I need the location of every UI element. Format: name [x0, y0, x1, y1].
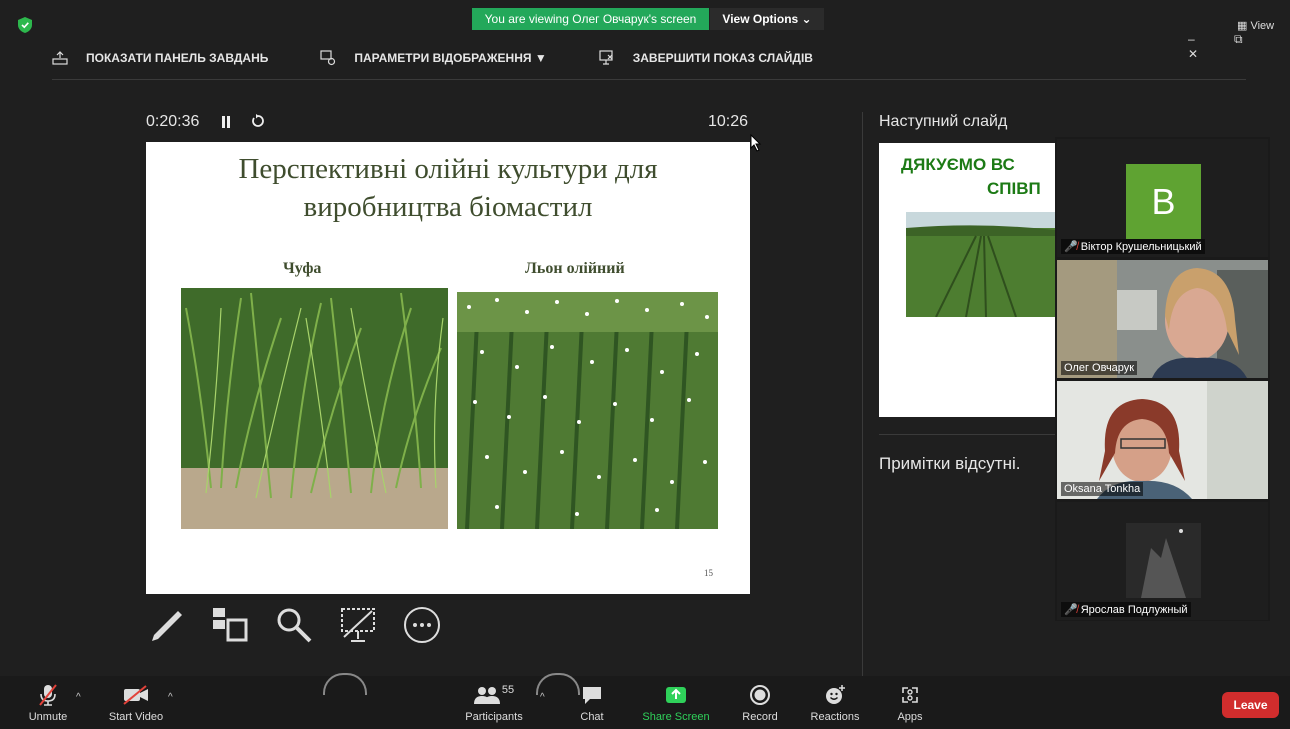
mic-muted-icon — [39, 684, 57, 706]
participant-name: Oksana Tonkha — [1064, 483, 1141, 495]
pen-icon[interactable] — [146, 605, 186, 645]
participants-video-panel: B 🎤̸ Віктор Крушельницький Олег Овчарук — [1055, 137, 1270, 621]
share-screen-icon — [666, 687, 686, 703]
participant-name-tag: Oksana Tonkha — [1061, 482, 1144, 496]
presenter-tools — [146, 605, 466, 645]
slide-title-line: Перспективні олійні культури для — [238, 153, 658, 185]
caption-chufa: Чуфа — [283, 260, 322, 277]
window-controls[interactable]: – ⧉ ✕ — [1188, 32, 1290, 61]
view-label: View — [1250, 20, 1275, 32]
participant-name: Ярослав Подлужный — [1080, 603, 1188, 616]
flax-photo — [457, 292, 718, 529]
participants-icon — [473, 687, 500, 704]
avatar — [1126, 523, 1201, 598]
audio-options-chevron-up-icon[interactable]: ^ — [76, 692, 81, 703]
unmute-button[interactable]: Unmute — [24, 683, 72, 723]
record-icon — [750, 685, 770, 705]
share-screen-label: Share Screen — [642, 711, 710, 723]
end-slideshow-icon — [599, 50, 613, 65]
participant-name: Віктор Крушельницький — [1080, 240, 1202, 253]
speaker-notes: Примітки відсутні. — [879, 454, 1021, 473]
display-settings-icon — [320, 50, 336, 66]
taskbar-icon — [52, 51, 68, 65]
slide-title: Перспективні олійні культури для виробни… — [146, 150, 750, 226]
view-options-button[interactable]: View Options ⌄ — [710, 8, 824, 30]
view-button[interactable]: ▦ View — [1237, 19, 1274, 32]
presenter-toolbar: ПОКАЗАТИ ПАНЕЛЬ ЗАВДАНЬ ПАРАМЕТРИ ВІДОБР… — [52, 50, 865, 66]
next-slide-text: ДЯКУЄМО ВС СПІВП — [901, 153, 1055, 201]
start-video-button[interactable]: Start Video — [106, 683, 166, 723]
apps-button[interactable]: Apps — [892, 683, 928, 723]
chufa-photo — [181, 288, 448, 529]
participant-name-tag: Олег Овчарук — [1061, 361, 1138, 375]
participant-name: Олег Овчарук — [1064, 362, 1135, 374]
participant-name-tag: 🎤̸ Віктор Крушельницький — [1061, 239, 1205, 254]
field-photo — [906, 212, 1055, 317]
participant-tile[interactable]: 🎤̸ Ярослав Подлужный — [1057, 502, 1268, 620]
mic-muted-icon: 🎤̸ — [1064, 604, 1078, 616]
show-taskbar-button[interactable]: ПОКАЗАТИ ПАНЕЛЬ ЗАВДАНЬ — [52, 51, 268, 65]
participants-count: 55 — [501, 684, 515, 696]
share-screen-button[interactable]: Share Screen — [640, 683, 712, 723]
slide-number: 15 — [704, 568, 713, 578]
apps-icon — [902, 687, 918, 703]
participant-name-tag: 🎤̸ Ярослав Подлужный — [1061, 602, 1191, 617]
next-slide-line: ДЯКУЄМО ВС — [901, 155, 1015, 174]
elapsed-timer: 0:20:36 — [146, 113, 200, 130]
reactions-icon — [826, 685, 845, 704]
chat-label: Chat — [580, 711, 604, 723]
record-button[interactable]: Record — [738, 683, 782, 723]
next-slide-preview[interactable]: ДЯКУЄМО ВС СПІВП — [879, 143, 1055, 417]
video-options-chevron-up-icon[interactable]: ^ — [168, 692, 173, 703]
mouse-cursor-icon — [750, 134, 762, 152]
mic-muted-icon: 🎤̸ — [1064, 241, 1078, 253]
grid-icon: ▦ — [1237, 20, 1248, 32]
display-settings-label: ПАРАМЕТРИ ВІДОБРАЖЕННЯ ▼ — [354, 51, 547, 65]
participant-tile[interactable]: B 🎤̸ Віктор Крушельницький — [1057, 139, 1268, 257]
end-slideshow-button[interactable]: ЗАВЕРШИТИ ПОКАЗ СЛАЙДІВ — [599, 50, 813, 66]
participant-tile[interactable]: Олег Овчарук — [1057, 260, 1268, 378]
current-time: 10:26 — [708, 113, 749, 130]
next-slide-line: СПІВП — [987, 179, 1041, 198]
next-slide-label: Наступний слайд — [879, 113, 1008, 130]
see-all-slides-icon[interactable] — [210, 605, 250, 645]
reactions-button[interactable]: Reactions — [808, 683, 862, 723]
record-label: Record — [742, 711, 778, 723]
shield-icon[interactable] — [18, 17, 32, 33]
participants-chevron-up-icon[interactable]: ^ — [540, 692, 545, 703]
avatar: B — [1126, 164, 1201, 239]
participants-button[interactable]: 55 Participants — [462, 683, 526, 723]
end-slideshow-label: ЗАВЕРШИТИ ПОКАЗ СЛАЙДІВ — [632, 51, 813, 65]
restart-icon[interactable] — [251, 114, 265, 128]
current-slide[interactable]: Перспективні олійні культури для виробни… — [146, 142, 750, 594]
caption-flax: Льон олійний — [525, 260, 625, 277]
black-screen-icon[interactable] — [338, 605, 378, 645]
slide-title-line: виробництва біомастил — [303, 191, 593, 223]
leave-button[interactable]: Leave — [1222, 692, 1279, 718]
video-off-icon — [123, 685, 148, 705]
participants-label: Participants — [465, 711, 523, 723]
show-taskbar-label: ПОКАЗАТИ ПАНЕЛЬ ЗАВДАНЬ — [86, 51, 269, 65]
toolbar-divider — [52, 79, 1246, 80]
chat-button[interactable]: Chat — [574, 683, 610, 723]
start-video-label: Start Video — [108, 711, 164, 723]
unmute-label: Unmute — [28, 711, 68, 723]
notes-divider — [879, 434, 1055, 435]
presenter-divider — [862, 112, 863, 682]
more-options-icon[interactable] — [402, 605, 442, 645]
reactions-label: Reactions — [810, 711, 860, 723]
apps-label: Apps — [897, 711, 923, 723]
display-settings-button[interactable]: ПАРАМЕТРИ ВІДОБРАЖЕННЯ ▼ — [320, 50, 547, 66]
pause-icon[interactable] — [221, 115, 231, 129]
zoom-icon[interactable] — [274, 605, 314, 645]
viewing-banner: You are viewing Олег Овчарук's screen — [472, 8, 709, 30]
chat-icon — [583, 687, 601, 704]
participant-tile[interactable]: Oksana Tonkha — [1057, 381, 1268, 499]
